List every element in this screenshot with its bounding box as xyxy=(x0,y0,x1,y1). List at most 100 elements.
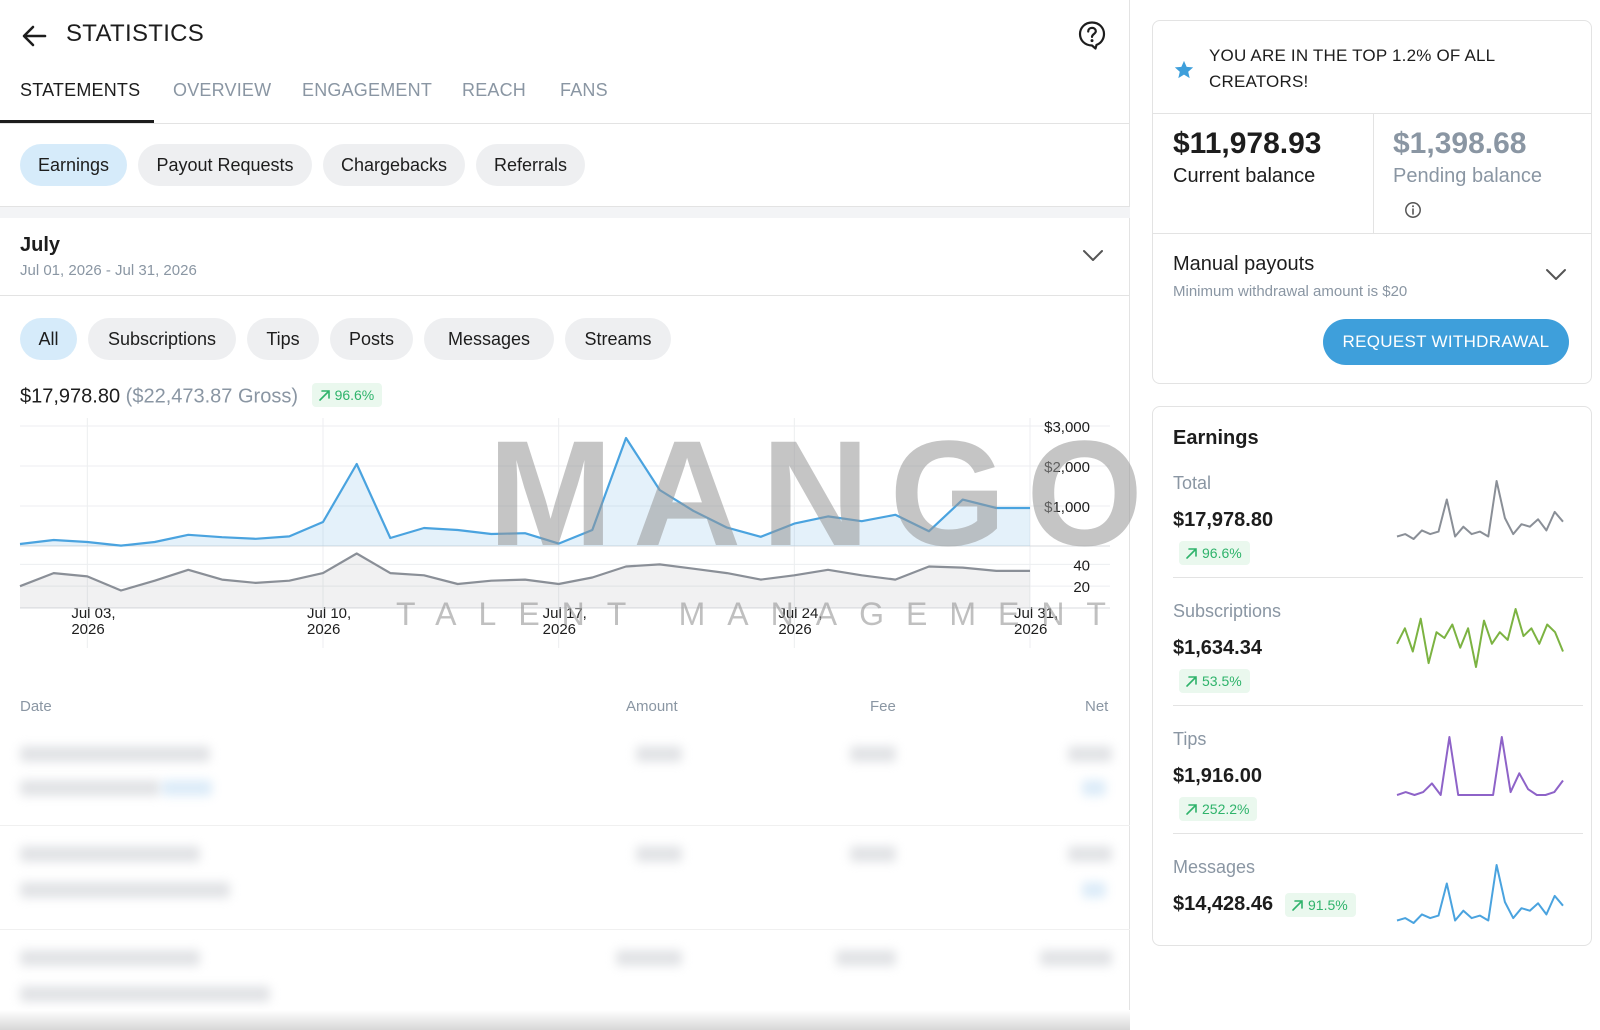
table-row[interactable] xyxy=(0,826,1130,930)
x-tick-label: Jul 31, 2026 xyxy=(1014,605,1058,638)
divider xyxy=(1173,577,1583,578)
earnings-chart: Jul 03, 2026 Jul 10, 2026 Jul 17, 2026 Jul 24,… xyxy=(19,418,1110,648)
sparkline-subscriptions xyxy=(1396,608,1564,668)
arrow-up-right-icon xyxy=(1186,676,1197,687)
y-tick-label: 20 xyxy=(1073,579,1090,596)
y-tick-label: $1,000 xyxy=(1044,499,1090,516)
trend-badge: 91.5% xyxy=(1285,893,1356,917)
page-title: STATISTICS xyxy=(66,20,205,47)
balance-card: YOU ARE IN THE TOP 1.2% OF ALL CREATORS!… xyxy=(1152,20,1592,384)
arrow-up-right-icon xyxy=(318,390,330,401)
earnings-item-amount: $14,428.46 xyxy=(1173,893,1274,915)
payout-subtitle: Minimum withdrawal amount is $20 xyxy=(1173,283,1408,300)
tab-overview[interactable]: OVERVIEW xyxy=(173,80,271,101)
trend-badge: 96.6% xyxy=(1179,541,1250,565)
divider xyxy=(1173,833,1583,834)
period-range: Jul 01, 2026 - Jul 31, 2026 xyxy=(20,262,197,279)
earnings-summary: $17,978.80 ($22,473.87 Gross) 96.6% xyxy=(20,383,383,409)
summary-trend-badge: 96.6% xyxy=(311,383,383,407)
table-row[interactable] xyxy=(0,722,1130,826)
divider xyxy=(1153,113,1591,114)
chevron-down-icon[interactable] xyxy=(1543,261,1569,287)
tab-fans[interactable]: FANS xyxy=(560,80,608,101)
statistics-panel: STATISTICS STATEMENTS OVERVIEW ENGAGEMEN… xyxy=(0,0,1143,1030)
chevron-down-icon[interactable] xyxy=(1080,242,1106,268)
y-tick-label: $3,000 xyxy=(1044,419,1090,436)
period-selector[interactable]: July Jul 01, 2026 - Jul 31, 2026 xyxy=(0,218,1130,296)
help-icon[interactable] xyxy=(1077,20,1107,50)
summary-change: 96.6% xyxy=(334,387,375,403)
star-icon xyxy=(1174,60,1194,79)
request-withdrawal-button[interactable]: REQUEST WITHDRAWAL xyxy=(1323,319,1569,365)
tab-reach[interactable]: REACH xyxy=(462,80,526,101)
sparkline-messages xyxy=(1396,864,1564,924)
trend-value: 96.6% xyxy=(1202,545,1242,561)
arrow-up-right-icon xyxy=(1292,900,1303,911)
earnings-item-label: Tips xyxy=(1173,729,1207,749)
sparkline-total xyxy=(1396,480,1564,540)
trend-value: 91.5% xyxy=(1308,897,1348,913)
column-net: Net xyxy=(1085,698,1109,715)
arrow-up-right-icon xyxy=(1186,548,1197,559)
earnings-item-label: Total xyxy=(1173,473,1212,493)
current-balance-label: Current balance xyxy=(1173,165,1316,187)
top-bar: STATISTICS xyxy=(0,0,1130,70)
sparkline-path xyxy=(1396,480,1564,540)
earnings-item-tips[interactable]: Tips $1,916.00 252.2% xyxy=(1173,729,1593,857)
y-tick-label: $2,000 xyxy=(1044,459,1090,476)
tab-statements[interactable]: STATEMENTS xyxy=(20,80,140,101)
filter-messages[interactable]: Messages xyxy=(424,318,554,360)
arrow-up-right-icon xyxy=(1186,804,1197,815)
period-title: July xyxy=(20,234,61,256)
statistics-tabs: STATEMENTS OVERVIEW ENGAGEMENT REACH FAN… xyxy=(0,72,1130,124)
earnings-item-amount: $1,634.34 xyxy=(1173,637,1262,659)
active-tab-indicator xyxy=(0,120,154,123)
earnings-item-amount: $17,978.80 xyxy=(1173,509,1274,531)
earnings-item-label: Subscriptions xyxy=(1173,601,1282,621)
divider xyxy=(1153,233,1591,234)
earnings-item-total[interactable]: Total $17,978.80 96.6% xyxy=(1173,473,1593,601)
earnings-breakdown-card: Earnings Total $17,978.80 96.6% Subscrip… xyxy=(1152,406,1592,946)
net-total: $17,978.80 xyxy=(20,385,121,408)
x-tick-label: Jul 17, 2026 xyxy=(543,605,587,638)
scroll-shadow xyxy=(0,1010,1130,1030)
sparkline-path xyxy=(1396,736,1564,796)
pill-earnings[interactable]: Earnings xyxy=(20,144,127,186)
earnings-item-subscriptions[interactable]: Subscriptions $1,634.34 53.5% xyxy=(1173,601,1593,729)
payout-title: Manual payouts xyxy=(1173,253,1315,275)
column-date: Date xyxy=(20,698,52,715)
info-icon[interactable] xyxy=(1404,201,1422,219)
pending-balance-label: Pending balance xyxy=(1393,165,1543,187)
filter-posts[interactable]: Posts xyxy=(330,318,413,360)
tab-engagement[interactable]: ENGAGEMENT xyxy=(302,80,432,101)
x-tick-label: Jul 24, 2026 xyxy=(778,605,822,638)
sparkline-tips xyxy=(1396,736,1564,796)
divider xyxy=(1173,705,1583,706)
sparkline-path xyxy=(1396,864,1564,924)
pill-chargebacks[interactable]: Chargebacks xyxy=(323,144,465,186)
filter-subscriptions[interactable]: Subscriptions xyxy=(88,318,236,360)
trend-badge: 252.2% xyxy=(1179,797,1258,821)
earnings-item-messages[interactable]: Messages $14,428.46 91.5% xyxy=(1173,857,1593,985)
count-series-area xyxy=(20,553,1030,608)
x-tick-label: Jul 10, 2026 xyxy=(307,605,351,638)
section-divider xyxy=(0,206,1130,218)
pill-payout-requests[interactable]: Payout Requests xyxy=(138,144,312,186)
trend-badge: 53.5% xyxy=(1179,669,1250,693)
gross-total: ($22,473.87 Gross) xyxy=(125,385,298,408)
divider xyxy=(1373,113,1374,233)
earnings-item-amount: $1,916.00 xyxy=(1173,765,1262,787)
y-tick-label: 40 xyxy=(1073,557,1090,574)
arrow-left-icon[interactable] xyxy=(20,22,48,50)
x-tick-label: Jul 03, 2026 xyxy=(71,605,115,638)
pending-balance-amount: $1,398.68 xyxy=(1393,127,1527,160)
filter-streams[interactable]: Streams xyxy=(565,318,671,360)
filter-all[interactable]: All xyxy=(20,318,77,360)
earnings-card-title: Earnings xyxy=(1173,427,1259,449)
filter-tips[interactable]: Tips xyxy=(247,318,319,360)
earnings-item-label: Messages xyxy=(1173,857,1256,877)
trend-value: 252.2% xyxy=(1202,801,1250,817)
column-fee: Fee xyxy=(870,698,896,715)
earnings-series-area xyxy=(20,438,1030,546)
pill-referrals[interactable]: Referrals xyxy=(476,144,585,186)
